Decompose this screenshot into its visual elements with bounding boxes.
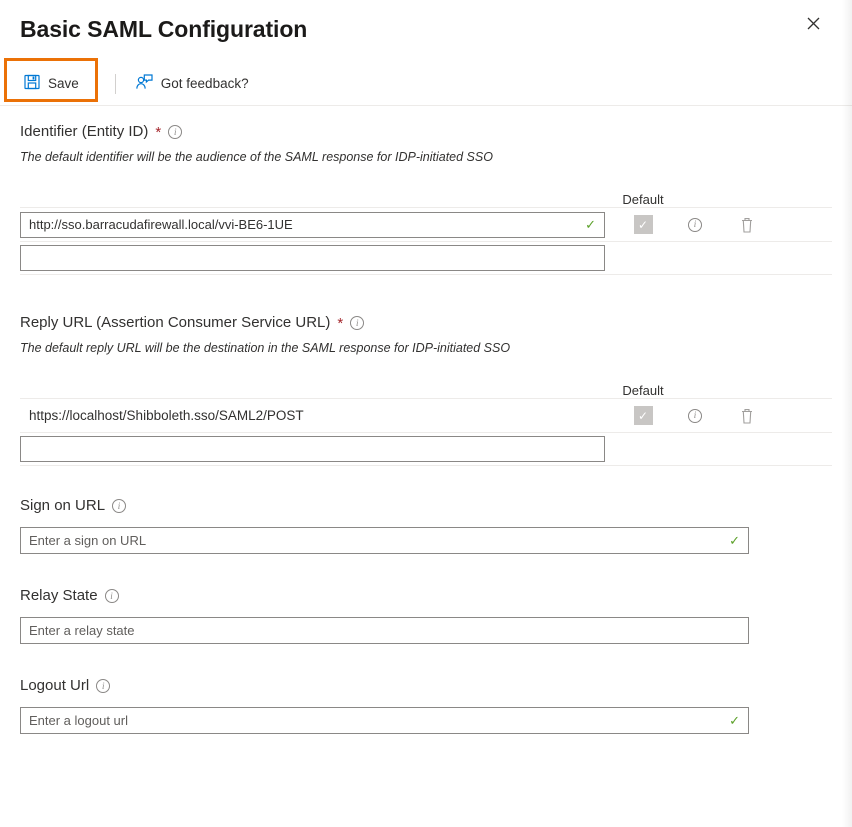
identifier-repeater-header: Default bbox=[20, 183, 832, 207]
relay-state-info-icon[interactable]: i bbox=[105, 589, 119, 603]
identifier-default-checkbox-1: ✓ bbox=[634, 215, 653, 234]
relay-state-label-row: Relay State i bbox=[20, 586, 832, 606]
identifier-row-1-delete-cell bbox=[717, 216, 777, 234]
section-identifier: Identifier (Entity ID) * i The default i… bbox=[0, 106, 852, 275]
logout-url-placeholder: Enter a logout url bbox=[29, 713, 723, 728]
command-bar: Save Got feedback? bbox=[0, 62, 852, 106]
identifier-row-1-value-cell: http://sso.barracudafirewall.local/vvi-B… bbox=[20, 212, 613, 238]
close-icon bbox=[807, 17, 820, 30]
page-title: Basic SAML Configuration bbox=[20, 14, 852, 44]
logout-url-input[interactable]: Enter a logout url ✓ bbox=[20, 707, 749, 734]
identifier-label: Identifier (Entity ID) bbox=[20, 122, 148, 142]
identifier-row-1-default-cell: ✓ bbox=[613, 215, 673, 234]
identifier-label-row: Identifier (Entity ID) * i bbox=[20, 122, 832, 142]
section-relay-state: Relay State i Enter a relay state bbox=[0, 586, 852, 644]
reply-url-description: The default reply URL will be the destin… bbox=[20, 340, 832, 356]
identifier-row-2-value-cell bbox=[20, 245, 613, 271]
reply-url-repeater: Default https://localhost/Shibboleth.sso… bbox=[20, 374, 832, 466]
reply-url-row-1-info-cell: i bbox=[673, 409, 717, 423]
reply-url-label-row: Reply URL (Assertion Consumer Service UR… bbox=[20, 313, 832, 333]
relay-state-placeholder: Enter a relay state bbox=[29, 623, 734, 638]
identifier-repeater: Default http://sso.barracudafirewall.loc… bbox=[20, 183, 832, 275]
identifier-row-1-info-icon[interactable]: i bbox=[688, 218, 702, 232]
sign-on-url-input[interactable]: Enter a sign on URL ✓ bbox=[20, 527, 749, 554]
identifier-row-1-delete-icon[interactable] bbox=[739, 216, 755, 234]
reply-url-row-1-default-cell: ✓ bbox=[613, 406, 673, 425]
reply-url-label: Reply URL (Assertion Consumer Service UR… bbox=[20, 313, 330, 333]
relay-state-label: Relay State bbox=[20, 586, 98, 606]
logout-url-valid-icon: ✓ bbox=[729, 714, 740, 727]
save-button-label: Save bbox=[48, 76, 79, 91]
identifier-description: The default identifier will be the audie… bbox=[20, 149, 832, 165]
spacer-1 bbox=[0, 275, 852, 301]
reply-url-input-2[interactable] bbox=[20, 436, 605, 462]
identifier-input-1-value: http://sso.barracudafirewall.local/vvi-B… bbox=[29, 217, 579, 232]
reply-url-row-2 bbox=[20, 432, 832, 466]
reply-url-row-1: https://localhost/Shibboleth.sso/SAML2/P… bbox=[20, 398, 832, 432]
sign-on-url-placeholder: Enter a sign on URL bbox=[29, 533, 723, 548]
reply-url-default-checkbox-1: ✓ bbox=[634, 406, 653, 425]
identifier-input-1[interactable]: http://sso.barracudafirewall.local/vvi-B… bbox=[20, 212, 605, 238]
identifier-input-2[interactable] bbox=[20, 245, 605, 271]
relay-state-input[interactable]: Enter a relay state bbox=[20, 617, 749, 644]
section-reply-url: Reply URL (Assertion Consumer Service UR… bbox=[0, 301, 852, 466]
reply-url-row-1-delete-icon[interactable] bbox=[739, 407, 755, 425]
got-feedback-label: Got feedback? bbox=[161, 76, 249, 91]
reply-url-row-2-value-cell bbox=[20, 436, 613, 462]
sign-on-url-valid-icon: ✓ bbox=[729, 534, 740, 547]
reply-url-info-icon[interactable]: i bbox=[350, 316, 364, 330]
close-button[interactable] bbox=[798, 8, 828, 38]
reply-url-row-1-value-cell: https://localhost/Shibboleth.sso/SAML2/P… bbox=[20, 408, 613, 423]
identifier-input-1-valid-icon: ✓ bbox=[585, 218, 596, 231]
logout-url-info-icon[interactable]: i bbox=[96, 679, 110, 693]
got-feedback-button[interactable]: Got feedback? bbox=[126, 68, 259, 100]
logout-url-label-row: Logout Url i bbox=[20, 676, 832, 696]
blade-content: Identifier (Entity ID) * i The default i… bbox=[0, 106, 852, 734]
reply-url-value-1: https://localhost/Shibboleth.sso/SAML2/P… bbox=[20, 408, 304, 423]
identifier-row-1-info-cell: i bbox=[673, 218, 717, 232]
reply-url-default-column-header: Default bbox=[613, 383, 673, 398]
section-logout-url: Logout Url i Enter a logout url ✓ bbox=[0, 676, 852, 734]
identifier-info-icon[interactable]: i bbox=[168, 125, 182, 139]
save-button[interactable]: Save bbox=[14, 68, 89, 100]
reply-url-repeater-header: Default bbox=[20, 374, 832, 398]
identifier-row-1: http://sso.barracudafirewall.local/vvi-B… bbox=[20, 207, 832, 241]
save-button-wrapper: Save bbox=[14, 68, 89, 100]
section-sign-on-url: Sign on URL i Enter a sign on URL ✓ bbox=[0, 496, 852, 554]
save-floppy-icon bbox=[24, 74, 40, 93]
sign-on-url-info-icon[interactable]: i bbox=[112, 499, 126, 513]
identifier-required-marker: * bbox=[155, 125, 161, 140]
reply-url-row-1-info-icon[interactable]: i bbox=[688, 409, 702, 423]
logout-url-label: Logout Url bbox=[20, 676, 89, 696]
command-bar-separator bbox=[115, 74, 116, 94]
reply-url-required-marker: * bbox=[337, 316, 343, 331]
basic-saml-configuration-blade: Basic SAML Configuration Save bbox=[0, 0, 852, 827]
sign-on-url-label: Sign on URL bbox=[20, 496, 105, 516]
reply-url-row-1-delete-cell bbox=[717, 407, 777, 425]
person-feedback-icon bbox=[136, 74, 153, 93]
blade-header: Basic SAML Configuration bbox=[0, 0, 852, 56]
sign-on-url-label-row: Sign on URL i bbox=[20, 496, 832, 516]
identifier-row-2 bbox=[20, 241, 832, 275]
identifier-default-column-header: Default bbox=[613, 192, 673, 207]
